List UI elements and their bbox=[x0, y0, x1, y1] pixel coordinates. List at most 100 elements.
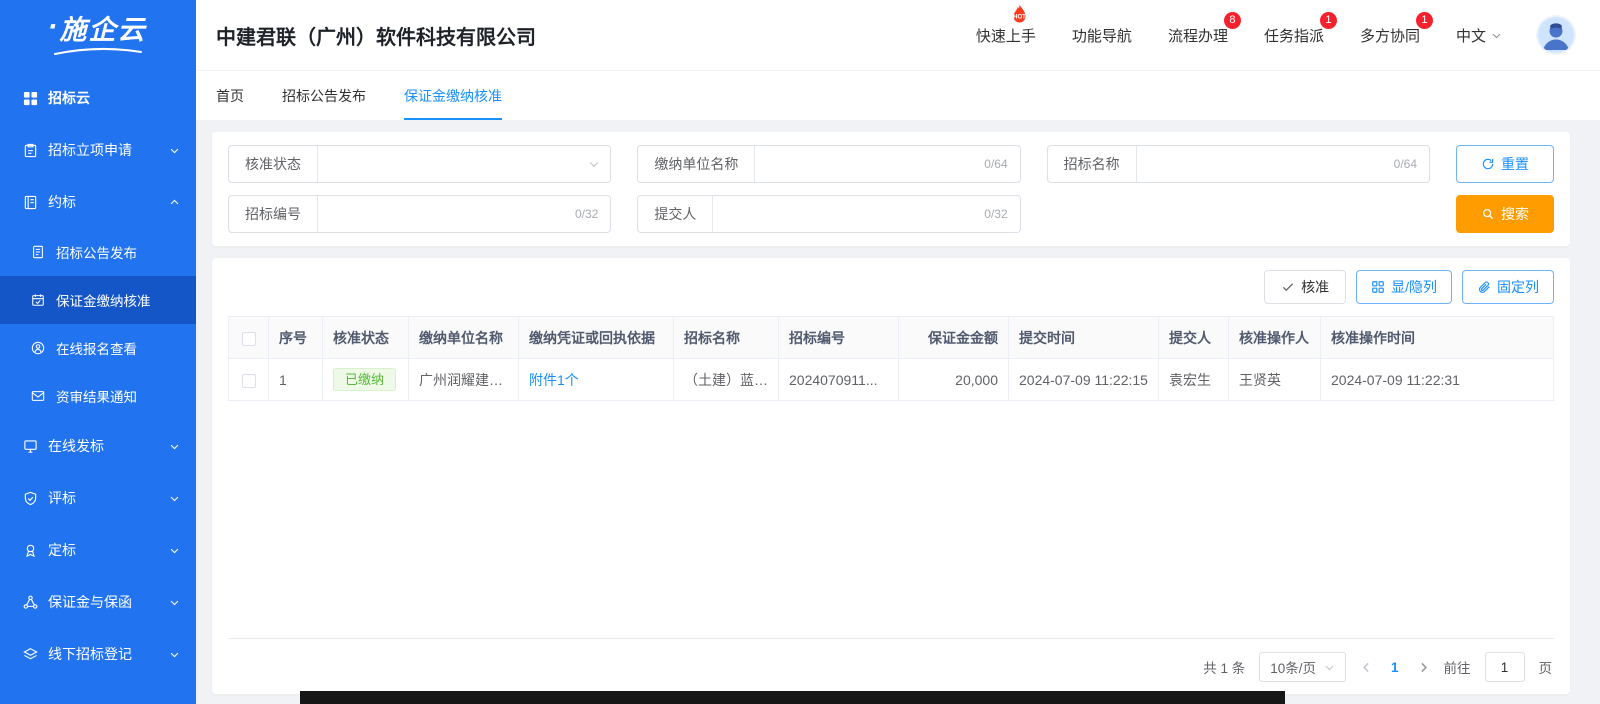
search-icon bbox=[1481, 207, 1495, 221]
fixed-columns-button[interactable]: 固定列 bbox=[1462, 270, 1554, 304]
tab-bar: 首页 招标公告发布 保证金缴纳核准 bbox=[196, 70, 1600, 120]
tender-name-input[interactable] bbox=[1137, 146, 1394, 182]
cell-submitter: 袁宏生 bbox=[1159, 359, 1229, 401]
sidebar-item-online-tender[interactable]: 在线发标 bbox=[0, 420, 196, 472]
reset-button-label: 重置 bbox=[1501, 154, 1529, 174]
calendar-check-icon bbox=[30, 293, 46, 307]
cell-submit-time: 2024-07-09 11:22:15 bbox=[1009, 359, 1159, 401]
field-label: 提交人 bbox=[638, 196, 713, 232]
pay-unit-field: 缴纳单位名称 0/64 bbox=[637, 145, 1020, 183]
field-label: 核准状态 bbox=[229, 146, 318, 182]
taskbar-strip bbox=[300, 691, 1285, 704]
pay-unit-input[interactable] bbox=[755, 146, 984, 182]
column-header: 提交人 bbox=[1159, 317, 1229, 359]
app-window: 施企云 招标云 招标立项申请 bbox=[0, 0, 1600, 704]
sidebar-item-label: 约标 bbox=[48, 192, 76, 212]
book-icon bbox=[22, 195, 38, 210]
search-button[interactable]: 搜索 bbox=[1456, 195, 1554, 233]
approve-status-select[interactable] bbox=[318, 146, 610, 182]
sidebar-item-offline-register[interactable]: 线下招标登记 bbox=[0, 628, 196, 680]
deposit-approval-table: 序号 核准状态 缴纳单位名称 缴纳凭证或回执依据 招标名称 招标编号 保证金金额… bbox=[228, 316, 1554, 401]
nav-feature-guide[interactable]: 功能导航 bbox=[1072, 25, 1132, 46]
sidebar-item-evaluation[interactable]: 评标 bbox=[0, 472, 196, 524]
tab-announcement[interactable]: 招标公告发布 bbox=[282, 71, 366, 120]
submitter-field: 提交人 0/32 bbox=[637, 195, 1020, 233]
sidebar-subitem-announcement[interactable]: 招标公告发布 bbox=[0, 228, 196, 276]
brand-logo[interactable]: 施企云 bbox=[0, 0, 196, 72]
user-avatar[interactable] bbox=[1538, 17, 1574, 53]
grid-icon bbox=[22, 91, 38, 106]
nav-collaboration[interactable]: 1 多方协同 bbox=[1360, 25, 1420, 46]
page-size-select[interactable]: 10条/页 bbox=[1259, 652, 1346, 682]
sidebar-item-bidding-cloud[interactable]: 招标云 bbox=[0, 72, 196, 124]
select-all-checkbox[interactable] bbox=[242, 332, 256, 346]
column-header: 招标编号 bbox=[779, 317, 899, 359]
chevron-down-icon bbox=[169, 545, 180, 556]
char-counter: 0/64 bbox=[1394, 157, 1429, 171]
column-header: 保证金金额 bbox=[899, 317, 1009, 359]
tender-name-field: 招标名称 0/64 bbox=[1047, 145, 1430, 183]
sidebar-item-yuebiao[interactable]: 约标 bbox=[0, 176, 196, 228]
tab-label: 招标公告发布 bbox=[282, 86, 366, 106]
char-counter: 0/32 bbox=[984, 207, 1019, 221]
reset-button[interactable]: 重置 bbox=[1456, 145, 1554, 183]
nav-process-handling[interactable]: 8 流程办理 bbox=[1168, 25, 1228, 46]
chevron-right-icon bbox=[1417, 661, 1430, 674]
goto-page-input[interactable] bbox=[1485, 652, 1525, 682]
avatar-image bbox=[1538, 17, 1574, 53]
refresh-icon bbox=[1481, 157, 1495, 171]
tab-home[interactable]: 首页 bbox=[216, 71, 244, 120]
language-label: 中文 bbox=[1456, 25, 1486, 46]
nav-quick-start[interactable]: HOT 快速上手 bbox=[976, 25, 1036, 46]
document-icon bbox=[30, 245, 46, 259]
chevron-down-icon bbox=[169, 493, 180, 504]
attachment-link[interactable]: 附件1个 bbox=[529, 372, 579, 388]
nav-item-label: 多方协同 bbox=[1360, 28, 1420, 45]
language-switcher[interactable]: 中文 bbox=[1456, 25, 1502, 46]
sidebar-menu: 招标云 招标立项申请 约标 bbox=[0, 72, 196, 704]
page-content: 核准状态 缴纳单位名称 0/64 招标名称 0/64 bbox=[196, 120, 1600, 704]
sidebar-subitem-deposit-approval[interactable]: 保证金缴纳核准 bbox=[0, 276, 196, 324]
sidebar-item-label: 在线报名查看 bbox=[56, 338, 137, 358]
sidebar-item-deposit-guarantee[interactable]: 保证金与保函 bbox=[0, 576, 196, 628]
field-label: 缴纳单位名称 bbox=[638, 146, 755, 182]
sidebar-item-award[interactable]: 定标 bbox=[0, 524, 196, 576]
prev-page-button[interactable] bbox=[1360, 661, 1373, 674]
nav-item-label: 任务指派 bbox=[1264, 28, 1324, 45]
sidebar: 施企云 招标云 招标立项申请 bbox=[0, 0, 196, 704]
award-icon bbox=[22, 543, 38, 558]
cell-amount: 20,000 bbox=[899, 359, 1009, 401]
submitter-input[interactable] bbox=[713, 196, 984, 232]
field-label: 招标编号 bbox=[229, 196, 318, 232]
page-number-1[interactable]: 1 bbox=[1387, 660, 1403, 675]
paperclip-icon bbox=[1477, 280, 1491, 294]
sidebar-item-project-apply[interactable]: 招标立项申请 bbox=[0, 124, 196, 176]
table-panel: 核准 显/隐列 固定列 bbox=[212, 258, 1570, 694]
tab-label: 保证金缴纳核准 bbox=[404, 86, 502, 106]
tab-deposit-approval[interactable]: 保证金缴纳核准 bbox=[404, 71, 502, 120]
chevron-down-icon bbox=[169, 649, 180, 660]
sidebar-subitem-review-notice[interactable]: 资审结果通知 bbox=[0, 372, 196, 420]
sidebar-item-label: 评标 bbox=[48, 488, 76, 508]
chevron-down-icon bbox=[588, 158, 600, 170]
tender-no-input[interactable] bbox=[318, 196, 575, 232]
sidebar-item-label: 资审结果通知 bbox=[56, 386, 137, 406]
chevron-up-icon bbox=[169, 197, 180, 208]
approve-button[interactable]: 核准 bbox=[1264, 270, 1346, 304]
sidebar-subitem-signup-view[interactable]: 在线报名查看 bbox=[0, 324, 196, 372]
nav-task-assign[interactable]: 1 任务指派 bbox=[1264, 25, 1324, 46]
column-header: 核准操作时间 bbox=[1321, 317, 1554, 359]
grid-outline-icon bbox=[1371, 280, 1385, 294]
sidebar-item-label: 定标 bbox=[48, 540, 76, 560]
sidebar-item-label: 在线发标 bbox=[48, 436, 104, 456]
next-page-button[interactable] bbox=[1417, 661, 1430, 674]
cell-tender-name: （土建）蓝色... bbox=[674, 359, 779, 401]
chevron-down-icon bbox=[1324, 662, 1335, 673]
cell-unit: 广州润耀建材... bbox=[409, 359, 519, 401]
toggle-columns-button[interactable]: 显/隐列 bbox=[1356, 270, 1452, 304]
chevron-down-icon bbox=[169, 597, 180, 608]
row-checkbox[interactable] bbox=[242, 374, 256, 388]
notification-badge: 1 bbox=[1320, 12, 1337, 29]
monitor-icon bbox=[22, 439, 38, 454]
filter-panel: 核准状态 缴纳单位名称 0/64 招标名称 0/64 bbox=[212, 132, 1570, 246]
